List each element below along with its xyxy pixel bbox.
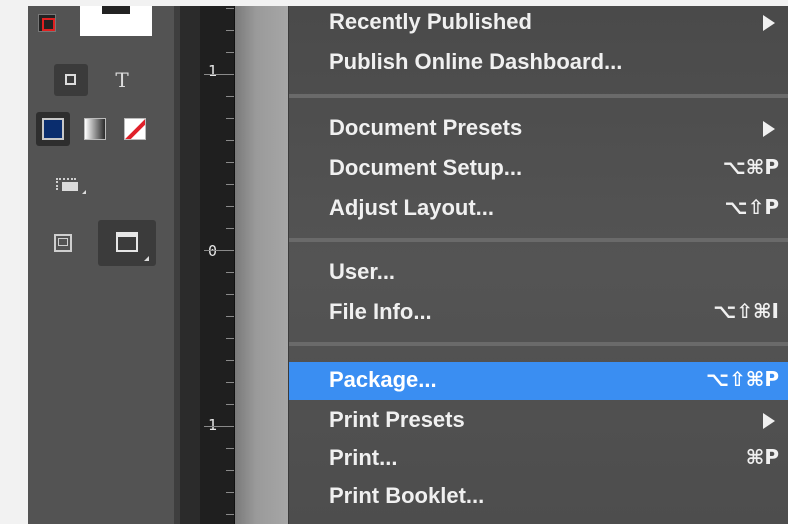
layout-view-icon[interactable] (54, 234, 72, 252)
fill-color-swatch[interactable] (36, 112, 70, 146)
ruler-tick (226, 8, 234, 9)
ruler-tick (226, 404, 234, 405)
ruler-tick (226, 316, 234, 317)
none-swatch-icon[interactable] (124, 118, 146, 140)
menu-item-document-presets[interactable]: Document Presets (289, 112, 788, 146)
menu-item-file-info[interactable]: File Info... ⌥⇧⌘I (289, 296, 788, 330)
menu-item-print-presets[interactable]: Print Presets (289, 404, 788, 438)
ruler-tick (226, 338, 234, 339)
submenu-arrow-icon (763, 121, 775, 137)
ruler-tick (226, 228, 234, 229)
menu-item-label: Document Setup... (329, 155, 523, 180)
ruler-tick (226, 492, 234, 493)
stroke-swatch-preview[interactable] (80, 6, 152, 36)
menu-separator (289, 342, 788, 346)
menu-item-label: Adjust Layout... (329, 195, 494, 220)
menu-item-label: User... (329, 259, 396, 284)
formatting-affects-container-icon[interactable] (54, 64, 88, 96)
menu-item-package[interactable]: Package... ⌥⇧⌘P (289, 362, 788, 400)
ruler-tick (226, 206, 234, 207)
menu-item-shortcut: ⌥⇧⌘I (713, 299, 779, 323)
menu-item-shortcut: ⌥⇧P (724, 195, 779, 219)
ruler-tick (226, 448, 234, 449)
menu-item-label: Package... (329, 367, 437, 392)
screen-mode-button[interactable] (98, 220, 156, 266)
menu-item-label: Recently Published (329, 9, 532, 34)
tools-panel: T (28, 6, 174, 524)
pasteboard[interactable] (235, 6, 288, 524)
menu-item-publish-online-dashboard[interactable]: Publish Online Dashboard... (289, 46, 788, 80)
panel-edge (180, 6, 200, 524)
ruler-label: 1 (208, 62, 218, 80)
ruler-tick (226, 360, 234, 361)
ruler-label: 0 (208, 242, 218, 260)
menu-item-label: Publish Online Dashboard... (329, 49, 623, 74)
fill-stroke-swap-icon[interactable] (38, 14, 56, 32)
menu-item-shortcut: ⌥⌘P (722, 155, 779, 179)
ruler-label: 1 (208, 416, 218, 434)
menu-item-print-booklet[interactable]: Print Booklet... (289, 480, 788, 514)
formatting-affects-text-icon[interactable]: T (110, 65, 134, 95)
ruler-tick (226, 514, 234, 515)
ruler-tick (226, 30, 234, 31)
ruler-tick (226, 140, 234, 141)
menu-item-user[interactable]: User... (289, 256, 788, 290)
ruler-tick (226, 162, 234, 163)
vertical-ruler[interactable]: 1 0 1 (200, 6, 235, 524)
ruler-tick (226, 470, 234, 471)
ruler-tick (204, 250, 234, 251)
file-menu-dropdown: Recently Published Publish Online Dashbo… (288, 6, 788, 524)
menu-separator (289, 94, 788, 98)
submenu-arrow-icon (763, 413, 775, 429)
menu-item-label: Print... (329, 445, 398, 470)
menu-item-adjust-layout[interactable]: Adjust Layout... ⌥⇧P (289, 192, 788, 226)
ruler-tick (204, 426, 234, 427)
ruler-tick (226, 382, 234, 383)
ruler-tick (226, 272, 234, 273)
menu-separator (289, 238, 788, 242)
normal-screen-mode-icon[interactable] (52, 170, 86, 196)
ruler-tick (226, 96, 234, 97)
ruler-tick (226, 118, 234, 119)
menu-item-label: Print Presets (329, 407, 465, 432)
menu-item-label: Document Presets (329, 115, 523, 140)
menu-item-label: File Info... (329, 299, 432, 324)
menu-item-label: Print Booklet... (329, 483, 485, 508)
indesign-window: T 1 0 1 Recently Published Publish Onlin… (28, 6, 788, 524)
submenu-arrow-icon (763, 15, 775, 31)
menu-item-recently-published[interactable]: Recently Published (289, 6, 788, 40)
menu-item-print[interactable]: Print... ⌘P (289, 442, 788, 476)
ruler-tick (204, 74, 234, 75)
menu-item-document-setup[interactable]: Document Setup... ⌥⌘P (289, 152, 788, 186)
gradient-swatch-icon[interactable] (84, 118, 106, 140)
ruler-tick (226, 184, 234, 185)
ruler-tick (226, 52, 234, 53)
menu-item-shortcut: ⌥⇧⌘P (705, 367, 779, 391)
menu-item-shortcut: ⌘P (745, 445, 779, 469)
ruler-tick (226, 294, 234, 295)
